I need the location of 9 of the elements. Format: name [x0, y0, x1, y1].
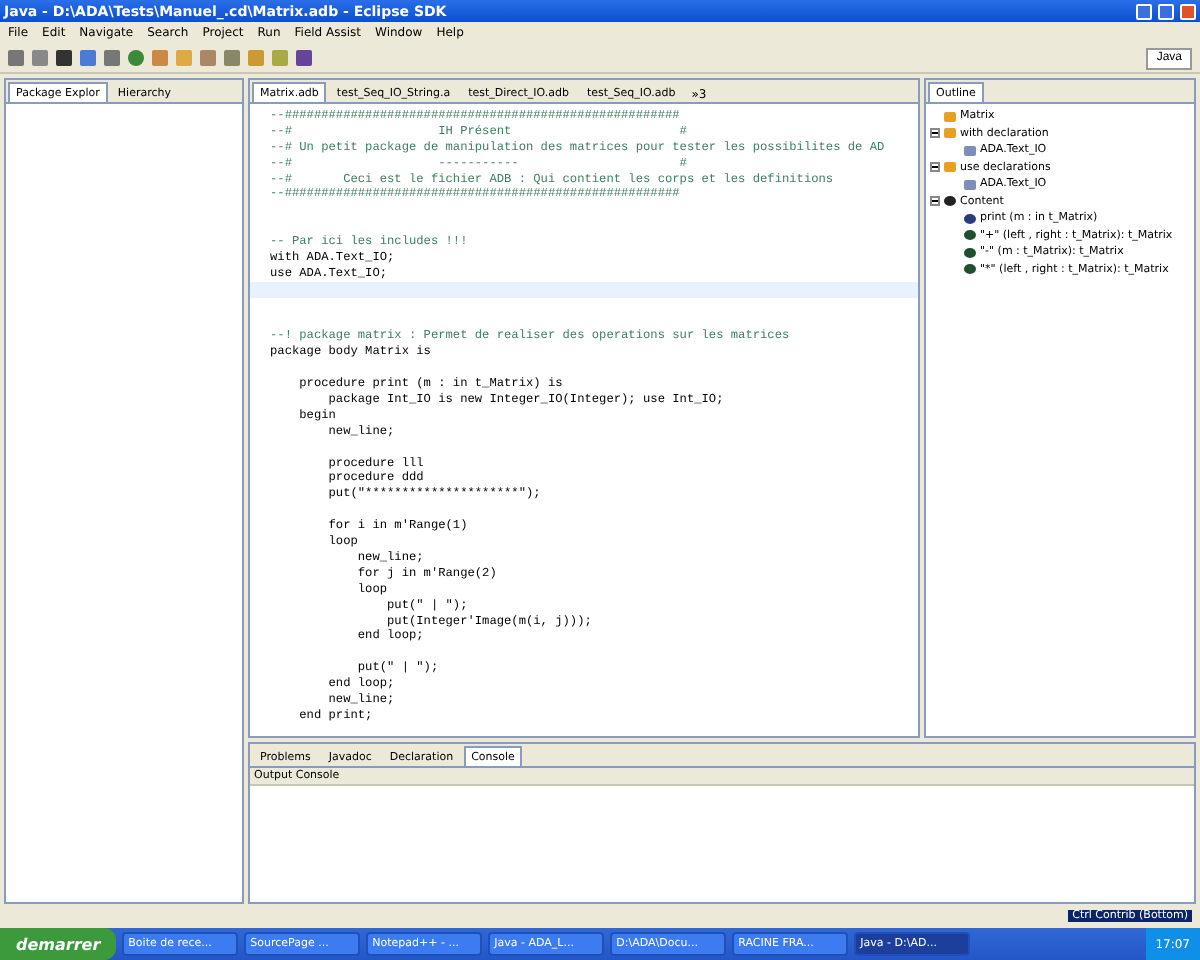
tree-toggle[interactable]	[930, 162, 940, 173]
package-icon	[944, 162, 956, 173]
tree-toggle[interactable]	[930, 196, 940, 207]
tree-toggle[interactable]	[930, 128, 940, 139]
close-button[interactable]	[1180, 3, 1196, 19]
minimize-button[interactable]	[1136, 3, 1152, 19]
maximize-button[interactable]	[1158, 3, 1174, 19]
start-button[interactable]: demarrer	[0, 928, 117, 960]
element-icon	[964, 145, 976, 156]
